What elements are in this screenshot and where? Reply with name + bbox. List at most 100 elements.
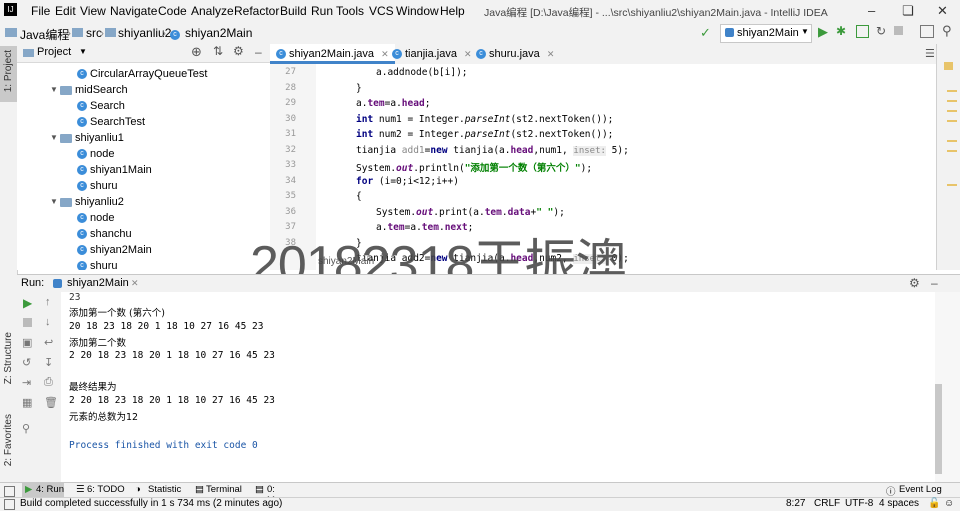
menu-help[interactable]: Help xyxy=(440,4,465,18)
menu-view[interactable]: View xyxy=(80,4,106,18)
search-icon[interactable]: ⚲ xyxy=(942,23,952,39)
gear-icon[interactable]: ⚙ xyxy=(233,44,244,58)
tree-item-shiyan1main[interactable]: c shiyan1Main xyxy=(77,162,152,178)
status-icon[interactable] xyxy=(4,499,15,510)
indent-setting[interactable]: 4 spaces xyxy=(879,498,919,509)
caret-position[interactable]: 8:27 xyxy=(786,498,805,509)
profile-icon[interactable]: ↻ xyxy=(876,24,886,38)
tab-run[interactable]: ▶ 4: Run xyxy=(22,483,64,498)
tree-item-searchtest[interactable]: c SearchTest xyxy=(77,114,145,130)
tree-item-search[interactable]: c Search xyxy=(77,98,125,114)
trash-icon[interactable]: 🗑 xyxy=(44,396,58,409)
stop-icon[interactable] xyxy=(23,318,32,327)
scroll-marker[interactable] xyxy=(947,110,957,112)
hide-panel-icon[interactable]: – xyxy=(255,45,262,59)
menu-vcs[interactable]: VCS xyxy=(369,4,394,18)
project-tool-tab[interactable]: 1: Project xyxy=(0,46,17,102)
scroll-marker[interactable] xyxy=(947,184,957,186)
menu-file[interactable]: File xyxy=(31,4,50,18)
scroll-marker[interactable] xyxy=(947,140,957,142)
menu-refactor[interactable]: Refactor xyxy=(234,4,279,18)
print-icon[interactable]: ⎙ xyxy=(44,376,53,389)
chevron-down-icon[interactable]: ▼ xyxy=(50,82,60,98)
layout-icon[interactable] xyxy=(4,486,15,497)
tree-item-shanchu[interactable]: c shanchu xyxy=(77,226,132,242)
tree-item-node[interactable]: c node xyxy=(77,146,114,162)
camera-icon[interactable]: ▣ xyxy=(22,336,32,349)
layout-icon[interactable]: ▦ xyxy=(22,396,32,409)
tab-messages[interactable]: ▤ 0: Messages xyxy=(254,483,316,506)
tree-item-shuru[interactable]: c shuru xyxy=(77,258,118,270)
tree-item-shiyanliu2[interactable]: ▼ shiyanliu2 xyxy=(50,194,124,210)
tab-todo[interactable]: ☰ 6: TODO xyxy=(74,483,126,498)
menu-navigate[interactable]: Navigate xyxy=(110,4,157,18)
tree-item-midsearch[interactable]: ▼ midSearch xyxy=(50,82,128,98)
lock-icon[interactable]: 🔓 xyxy=(928,498,940,509)
soft-wrap-icon[interactable]: ↩ xyxy=(44,336,53,349)
project-panel-title[interactable]: Project xyxy=(37,46,71,58)
package-icon xyxy=(60,85,72,95)
debug-icon[interactable]: ✱ xyxy=(836,24,846,38)
gear-icon[interactable]: ⚙ xyxy=(909,276,920,290)
close-tab-icon[interactable]: ✕ xyxy=(547,49,555,59)
tree-item-node[interactable]: c node xyxy=(77,210,114,226)
inspector-icon[interactable]: ☺ xyxy=(944,498,954,509)
project-structure-icon[interactable] xyxy=(920,25,934,38)
scrollbar-thumb[interactable] xyxy=(935,384,942,474)
menu-code[interactable]: Code xyxy=(158,4,187,18)
tree-item-circulararrayqueuetest[interactable]: c CircularArrayQueueTest xyxy=(77,66,207,82)
locate-icon[interactable]: ⊕ xyxy=(191,44,202,60)
build-hammer-icon[interactable]: ✓ xyxy=(700,25,711,41)
run-console[interactable]: 23 添加第一个数 (第六个) 20 18 23 18 20 1 18 10 2… xyxy=(61,292,935,482)
tree-item-shiyanliu1[interactable]: ▼ shiyanliu1 xyxy=(50,130,124,146)
restore-layout-icon[interactable]: ↺ xyxy=(22,356,31,369)
line-separator[interactable]: CRLF xyxy=(814,498,840,509)
exit-icon[interactable]: ⇥ xyxy=(22,376,31,389)
up-arrow-icon[interactable]: ↑ xyxy=(45,296,51,308)
editor-menu-icon[interactable]: ☰ xyxy=(925,47,935,60)
collapse-all-icon[interactable]: ⇅ xyxy=(213,44,223,58)
scroll-to-end-icon[interactable]: ↧ xyxy=(44,356,53,369)
menu-analyze[interactable]: Analyze xyxy=(191,4,234,18)
menu-window[interactable]: Window xyxy=(396,4,439,18)
status-message[interactable]: Build completed successfully in 1 s 734 … xyxy=(20,498,282,509)
menu-build[interactable]: Build xyxy=(280,4,307,18)
tab-terminal[interactable]: ▤ Terminal xyxy=(194,483,244,498)
scroll-marker[interactable] xyxy=(947,90,957,92)
run-icon[interactable]: ▶ xyxy=(818,24,828,40)
minimize-icon[interactable]: – xyxy=(868,3,875,18)
stop-icon[interactable] xyxy=(894,26,903,35)
tree-item-shuru[interactable]: c shuru xyxy=(77,178,118,194)
menu-tools[interactable]: Tools xyxy=(336,4,364,18)
tab-tianjia[interactable]: c tianjia.java ✕ xyxy=(386,44,478,64)
tab-shuru[interactable]: c shuru.java ✕ xyxy=(470,44,560,64)
file-encoding[interactable]: UTF-8 xyxy=(845,498,873,509)
hide-panel-icon[interactable]: – xyxy=(931,276,938,290)
tree-item-shiyan2main[interactable]: c shiyan2Main xyxy=(77,242,152,258)
console-line: 20 18 23 18 20 1 18 10 27 16 45 23 xyxy=(69,321,264,332)
chevron-down-icon[interactable]: ▼ xyxy=(50,194,60,210)
run-config-select[interactable]: shiyan2Main ▼ xyxy=(720,24,812,43)
class-icon: c xyxy=(77,213,87,224)
menu-run[interactable]: Run xyxy=(311,4,333,18)
pin-icon[interactable]: ⚲ xyxy=(22,422,30,435)
scroll-marker[interactable] xyxy=(947,100,957,102)
scroll-marker[interactable] xyxy=(947,120,957,122)
menu-edit[interactable]: Edit xyxy=(55,4,76,18)
close-tab-icon[interactable]: ✕ xyxy=(131,278,139,289)
chevron-down-icon[interactable]: ▼ xyxy=(50,130,60,146)
breadcrumb-project[interactable]: Java编程 xyxy=(20,26,69,43)
coverage-icon[interactable] xyxy=(856,25,869,38)
scroll-marker[interactable] xyxy=(947,150,957,152)
breadcrumb-class[interactable]: shiyan2Main xyxy=(185,26,252,40)
chevron-down-icon[interactable]: ▼ xyxy=(79,47,87,56)
close-icon[interactable]: ✕ xyxy=(937,3,948,19)
rerun-icon[interactable]: ▶ xyxy=(23,296,32,310)
tab-shiyan2main[interactable]: c shiyan2Main.java ✕ xyxy=(270,44,395,64)
down-arrow-icon[interactable]: ↓ xyxy=(45,316,51,328)
event-log-button[interactable]: ⓘ Event Log xyxy=(886,483,946,498)
maximize-icon[interactable]: ❏ xyxy=(902,3,914,19)
tab-statistic[interactable]: ◑ Statistic xyxy=(134,483,188,498)
warning-marker-icon[interactable] xyxy=(944,62,953,70)
console-scrollbar[interactable] xyxy=(935,292,960,482)
